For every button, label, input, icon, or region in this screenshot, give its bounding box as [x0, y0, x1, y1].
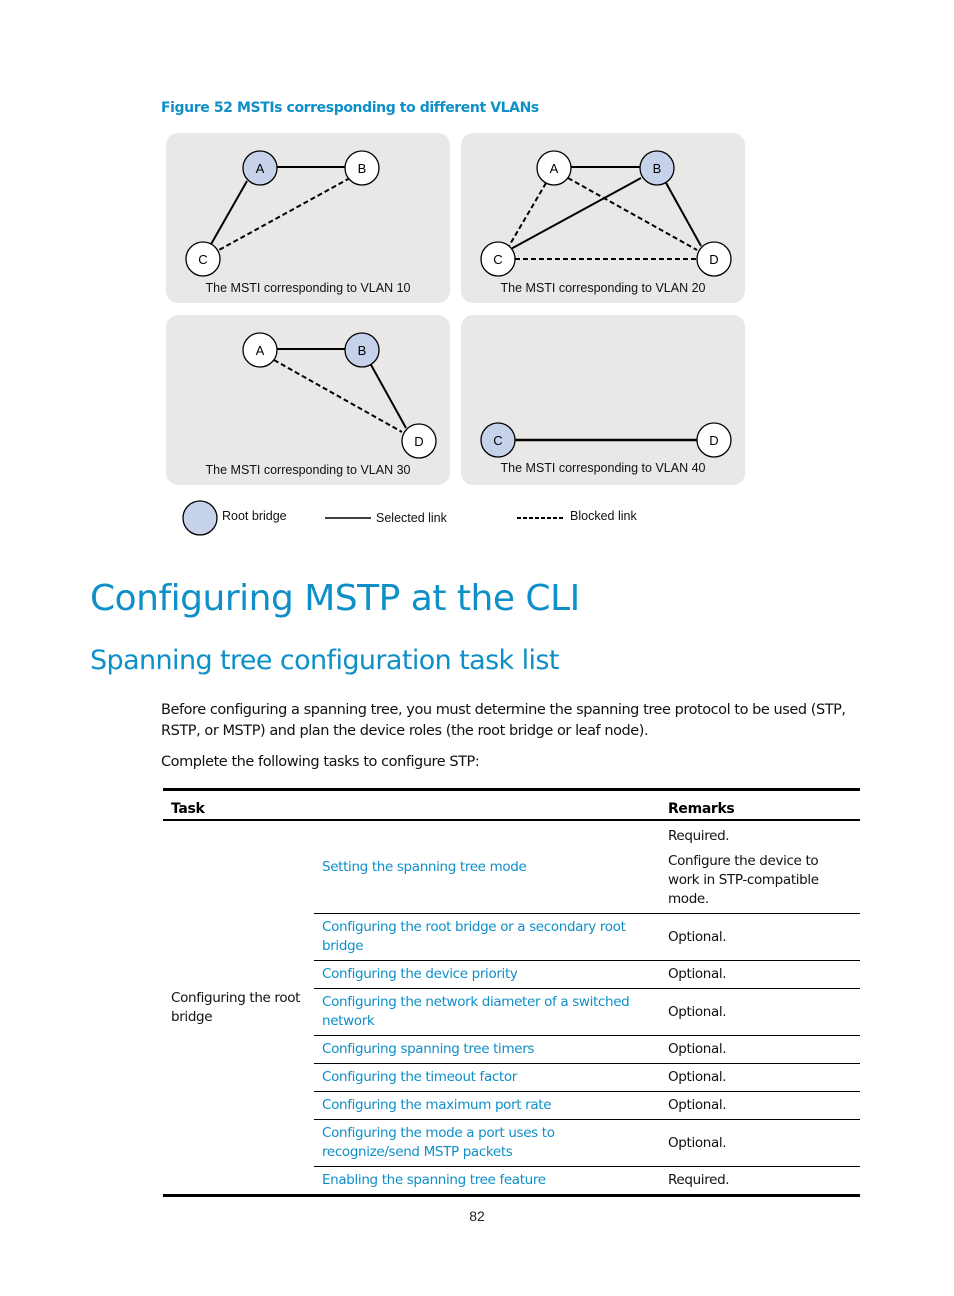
svg-text:A: A: [550, 161, 559, 176]
section-title: Spanning tree configuration task list: [90, 645, 559, 676]
svg-text:A: A: [256, 161, 265, 176]
task-link[interactable]: Configuring the maximum port rate: [314, 1091, 660, 1120]
chapter-title: Configuring MSTP at the CLI: [90, 578, 580, 619]
topology-diagram: C D: [480, 422, 732, 458]
legend-selected-link: Selected link: [376, 511, 447, 525]
node-c: C: [480, 241, 516, 277]
svg-text:B: B: [358, 343, 367, 358]
header-spacer: [314, 788, 660, 821]
svg-text:B: B: [653, 161, 662, 176]
task-remarks: Optional.: [660, 1063, 860, 1092]
figure-legend: Root bridge Selected link Blocked link: [180, 500, 660, 540]
panel-label: The MSTI corresponding to VLAN 30: [205, 463, 411, 477]
node-a: A: [242, 150, 278, 186]
remark-text: Required.: [668, 828, 730, 844]
figure-caption: Figure 52 MSTIs corresponding to differe…: [161, 100, 539, 116]
node-d: D: [696, 422, 732, 458]
lead-paragraph: Complete the following tasks to configur…: [161, 754, 480, 770]
task-remarks: Optional.: [660, 960, 860, 989]
task-remarks: Optional.: [660, 1035, 860, 1064]
link-a-d: [567, 177, 698, 251]
topology-diagram: A B D: [242, 332, 437, 459]
task-link[interactable]: Configuring the network diameter of a sw…: [314, 988, 660, 1036]
node-d: D: [696, 241, 732, 277]
link-b-c: [218, 177, 351, 251]
task-remarks: Optional.: [660, 1091, 860, 1120]
svg-text:A: A: [256, 343, 265, 358]
table-header-row: Task Remarks: [163, 788, 860, 821]
task-table: Task Remarks Configuring the root bridge…: [163, 788, 860, 1197]
task-group-label: Configuring the root bridge: [163, 820, 314, 1197]
topology-diagram: A B C D: [480, 150, 732, 277]
task-link[interactable]: Configuring the device priority: [314, 960, 660, 989]
intro-paragraph: Before configuring a spanning tree, you …: [161, 702, 846, 739]
svg-text:C: C: [493, 252, 502, 267]
link-b-d: [369, 362, 407, 429]
task-remarks: Optional.: [660, 913, 860, 961]
link-a-c: [209, 180, 248, 247]
link-a-d: [273, 359, 403, 433]
node-d: D: [401, 423, 437, 459]
svg-text:C: C: [493, 433, 502, 448]
table-row: Configuring the root bridge Setting the …: [163, 820, 860, 1197]
node-b: B: [639, 150, 675, 186]
svg-text:D: D: [709, 252, 718, 267]
msti-panel-vlan40: C D The MSTI corresponding to VLAN 40: [461, 315, 745, 485]
node-c: C: [185, 241, 221, 277]
task-remarks: Optional.: [660, 988, 860, 1036]
task-link[interactable]: Configuring the timeout factor: [314, 1063, 660, 1092]
node-b: B: [344, 332, 380, 368]
node-a: A: [536, 150, 572, 186]
header-remarks: Remarks: [660, 788, 860, 821]
task-remarks: Required.: [660, 1166, 860, 1197]
task-link[interactable]: Setting the spanning tree mode: [314, 820, 660, 914]
panel-label: The MSTI corresponding to VLAN 20: [500, 281, 706, 295]
svg-text:D: D: [709, 433, 718, 448]
task-link[interactable]: Configuring spanning tree timers: [314, 1035, 660, 1064]
msti-panel-vlan20: A B C D The MSTI corresponding to VLAN 2…: [461, 133, 745, 303]
svg-text:C: C: [198, 252, 207, 267]
task-link[interactable]: Configuring the root bridge or a seconda…: [314, 913, 660, 961]
panel-label: The MSTI corresponding to VLAN 10: [205, 281, 411, 295]
panel-label: The MSTI corresponding to VLAN 40: [500, 461, 706, 475]
header-task: Task: [163, 788, 314, 821]
msti-panel-vlan10: A B C The MSTI corresponding to VLAN 10: [166, 133, 450, 303]
task-link[interactable]: Enabling the spanning tree feature: [314, 1166, 660, 1197]
svg-text:B: B: [358, 161, 367, 176]
page-number: 82: [469, 1208, 485, 1224]
link-b-d: [664, 180, 702, 247]
msti-panel-vlan30: A B D The MSTI corresponding to VLAN 30: [166, 315, 450, 485]
link-a-c: [508, 182, 547, 247]
root-bridge-legend-icon: [182, 500, 218, 536]
legend-blocked-link: Blocked link: [570, 509, 637, 523]
task-link[interactable]: Configuring the mode a port uses to reco…: [314, 1119, 660, 1167]
legend-root-bridge: Root bridge: [222, 509, 287, 523]
node-a: A: [242, 332, 278, 368]
topology-diagram: A B C: [185, 150, 380, 277]
node-c: C: [480, 422, 516, 458]
svg-text:D: D: [414, 434, 423, 449]
task-remarks: Required. Configure the device to work i…: [660, 820, 860, 914]
remark-text: Configure the device to work in STP-comp…: [668, 853, 819, 907]
node-b: B: [344, 150, 380, 186]
task-remarks: Optional.: [660, 1119, 860, 1167]
